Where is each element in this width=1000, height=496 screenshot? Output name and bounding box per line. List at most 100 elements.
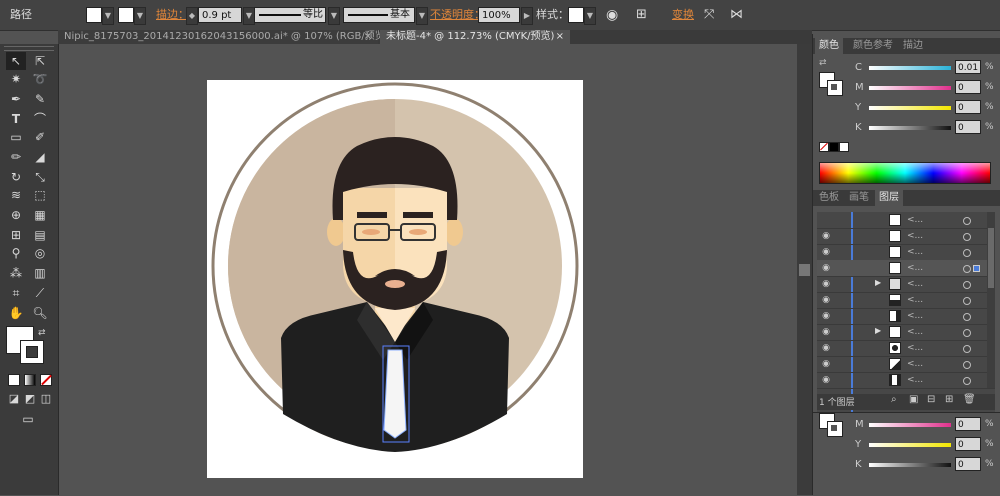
tab-document-2[interactable]: 未标题-4* @ 112.73% (CMYK/预览) ×: [380, 30, 570, 44]
slider-m-track[interactable]: [869, 86, 951, 90]
stroke-weight-field[interactable]: 0.9 pt: [198, 7, 242, 23]
lasso-tool-icon[interactable]: ➰: [30, 70, 50, 88]
stroke-color-swatch[interactable]: [20, 340, 44, 364]
layer-row[interactable]: ◉ <...: [817, 228, 995, 245]
color-spectrum[interactable]: [819, 162, 991, 184]
fill-swatch[interactable]: [86, 7, 102, 23]
layer-row[interactable]: ◉ <...: [817, 244, 995, 261]
line-tool-icon[interactable]: ⌒: [30, 110, 50, 128]
variable-width-profile[interactable]: 等比: [254, 7, 326, 23]
layer-name[interactable]: <...: [907, 324, 923, 340]
layer-row[interactable]: ◉ <...: [817, 292, 995, 309]
visibility-icon[interactable]: ◉: [821, 359, 831, 369]
brush-dropdown[interactable]: ▼: [416, 7, 428, 25]
type-tool-icon[interactable]: T: [6, 110, 26, 128]
layer-name[interactable]: <...: [907, 228, 923, 244]
visibility-icon[interactable]: ◉: [821, 343, 831, 353]
black-color-swatch[interactable]: [829, 142, 839, 152]
slice-tool-icon[interactable]: ⟋: [30, 284, 50, 302]
perspective-grid-tool-icon[interactable]: ▦: [30, 206, 50, 224]
none-color-icon[interactable]: [819, 142, 829, 152]
mesh-tool-icon[interactable]: ⊞: [6, 226, 26, 244]
recolor-icon[interactable]: ◉: [606, 0, 618, 30]
layer-row[interactable]: ◉ ▶ <...: [817, 276, 995, 293]
layers-scrollbar-thumb[interactable]: [988, 228, 994, 288]
transform-link[interactable]: 变换: [672, 0, 694, 30]
eyedropper-tool-icon[interactable]: ⚲: [6, 244, 26, 262]
slider-y-2-track[interactable]: [869, 443, 951, 447]
target-icon[interactable]: [963, 281, 971, 289]
new-layer-icon[interactable]: ⊞: [945, 394, 953, 405]
white-color-swatch[interactable]: [839, 142, 849, 152]
target-icon[interactable]: [963, 249, 971, 257]
artboard-tool-icon[interactable]: ⌗: [6, 284, 26, 302]
close-icon[interactable]: ×: [556, 30, 564, 44]
expand-icon[interactable]: ▶: [875, 326, 881, 335]
layer-row-selected[interactable]: ◉ <...: [817, 260, 995, 277]
magic-wand-tool-icon[interactable]: ✷: [6, 70, 26, 88]
target-icon[interactable]: [963, 297, 971, 305]
layer-name[interactable]: <...: [907, 260, 923, 276]
none-mode-icon[interactable]: [40, 374, 52, 386]
swap-colors-icon[interactable]: ⇄: [38, 328, 46, 338]
slider-m-2-track[interactable]: [869, 423, 951, 427]
tab-layers[interactable]: 图层: [875, 190, 903, 206]
slider-y-2-value[interactable]: 0: [955, 437, 981, 451]
illustration-avatar[interactable]: [207, 80, 583, 478]
zoom-tool-icon[interactable]: 🔍︎: [30, 304, 50, 322]
target-icon[interactable]: [963, 265, 971, 273]
tab-stroke[interactable]: 描边: [903, 38, 923, 54]
fill-dropdown[interactable]: ▼: [102, 7, 114, 25]
close-icon[interactable]: ×: [364, 30, 372, 44]
align-icon[interactable]: ⊞: [636, 0, 647, 30]
visibility-icon[interactable]: ◉: [821, 375, 831, 385]
layer-name[interactable]: <...: [907, 244, 923, 260]
delete-layer-icon[interactable]: 🗑︎: [963, 394, 976, 405]
opacity-link[interactable]: 不透明度：: [430, 0, 485, 30]
slider-k-2-track[interactable]: [869, 463, 951, 467]
scale-tool-icon[interactable]: ⤡: [30, 168, 50, 186]
visibility-icon[interactable]: ◉: [821, 295, 831, 305]
layer-name[interactable]: <...: [907, 292, 923, 308]
opacity-dropdown[interactable]: ▶: [521, 7, 533, 25]
layer-name[interactable]: <...: [907, 340, 923, 356]
tab-color-guide[interactable]: 颜色参考: [853, 38, 893, 54]
slider-y-value[interactable]: 0: [955, 100, 981, 114]
color-mode-icon[interactable]: [8, 374, 20, 386]
width-tool-icon[interactable]: ≋: [6, 186, 26, 204]
panel-stroke-swatch-2[interactable]: [827, 421, 843, 437]
free-transform-tool-icon[interactable]: ⬚: [30, 186, 50, 204]
opacity-field[interactable]: 100%: [478, 7, 520, 23]
slider-k-2-value[interactable]: 0: [955, 457, 981, 471]
stroke-weight-stepper[interactable]: ◆: [186, 7, 198, 25]
draw-inside-icon[interactable]: ◫: [36, 390, 56, 408]
layer-name[interactable]: <...: [907, 212, 923, 228]
visibility-icon[interactable]: ◉: [821, 231, 831, 241]
visibility-icon[interactable]: [821, 215, 831, 225]
tab-brushes[interactable]: 画笔: [849, 190, 869, 206]
target-icon[interactable]: [963, 233, 971, 241]
layer-row[interactable]: <...: [817, 212, 995, 229]
clipping-mask-icon[interactable]: ▣: [909, 394, 918, 405]
layer-row[interactable]: ◉ <...: [817, 340, 995, 357]
canvas-area[interactable]: [59, 44, 797, 495]
toolbar-grip[interactable]: [4, 46, 54, 51]
panel-stroke-swatch[interactable]: [827, 80, 843, 96]
gradient-mode-icon[interactable]: [24, 374, 36, 386]
gradient-tool-icon[interactable]: ▤: [30, 226, 50, 244]
layer-name[interactable]: <...: [907, 276, 923, 292]
tab-color[interactable]: 颜色: [815, 38, 843, 54]
menu-icon[interactable]: ⋈: [730, 0, 743, 30]
layer-row[interactable]: ◉ <...: [817, 356, 995, 373]
slider-m-2-value[interactable]: 0: [955, 417, 981, 431]
target-icon[interactable]: [963, 377, 971, 385]
profile-dropdown[interactable]: ▼: [328, 7, 340, 25]
pencil-tool-icon[interactable]: ✏: [6, 148, 26, 166]
slider-k-value[interactable]: 0: [955, 120, 981, 134]
layer-row[interactable]: ◉ <...: [817, 372, 995, 389]
visibility-icon[interactable]: ◉: [821, 311, 831, 321]
shape-builder-tool-icon[interactable]: ⊕: [6, 206, 26, 224]
slider-m-value[interactable]: 0: [955, 80, 981, 94]
selection-tool-icon[interactable]: ↖: [6, 52, 26, 70]
canvas-vertical-scrollbar[interactable]: [797, 44, 812, 495]
